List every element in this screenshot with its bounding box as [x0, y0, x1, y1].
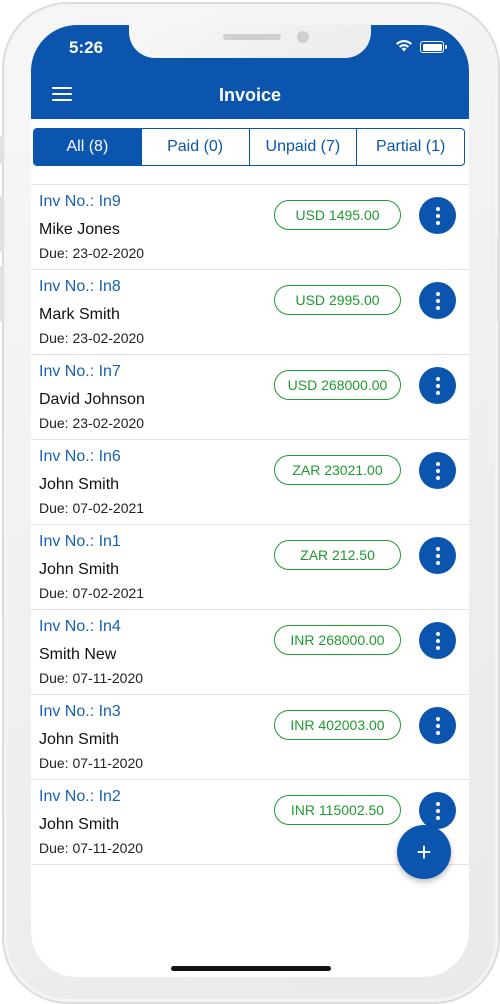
- customer-name: John Smith: [39, 561, 120, 578]
- more-vertical-icon[interactable]: [419, 452, 456, 489]
- more-vertical-icon[interactable]: [419, 537, 456, 574]
- amount-badge: INR 402003.00: [274, 710, 401, 740]
- invoice-number: Inv No.: In9: [39, 193, 121, 210]
- due-date: Due: 07-02-2021: [39, 585, 145, 601]
- front-camera: [297, 31, 309, 43]
- home-indicator[interactable]: [171, 966, 331, 971]
- volume-up-button: [0, 196, 3, 252]
- customer-name: Smith New: [39, 646, 117, 663]
- due-date: Due: 23-02-2020: [39, 245, 145, 261]
- amount-badge: USD 2995.00: [274, 285, 401, 315]
- invoice-row[interactable]: Inv No.: In7 David Johnson Due: 23-02-20…: [31, 355, 469, 440]
- invoice-filter-tabs: All (8) Paid (0) Unpaid (7) Partial (1): [33, 128, 465, 166]
- more-vertical-icon[interactable]: [419, 622, 456, 659]
- page-title: Invoice: [218, 85, 282, 105]
- mute-switch: [0, 136, 3, 164]
- volume-down-button: [0, 266, 3, 322]
- more-vertical-icon[interactable]: [419, 707, 456, 744]
- invoice-row[interactable]: Inv No.: In6 John Smith Due: 07-02-2021 …: [31, 440, 469, 525]
- invoice-row[interactable]: Inv No.: In3 John Smith Due: 07-11-2020 …: [31, 695, 469, 780]
- amount-badge: USD 1495.00: [274, 200, 401, 230]
- tab-all[interactable]: All (8): [34, 129, 141, 165]
- status-time: 5:26: [69, 38, 104, 57]
- invoice-number: Inv No.: In8: [39, 278, 121, 295]
- more-vertical-icon[interactable]: [419, 367, 456, 404]
- due-date: Due: 07-11-2020: [39, 755, 144, 771]
- tab-partial[interactable]: Partial (1): [356, 129, 464, 165]
- tab-unpaid[interactable]: Unpaid (7): [248, 129, 357, 165]
- invoice-row[interactable]: Inv No.: In8 Mark Smith Due: 23-02-2020 …: [31, 270, 469, 355]
- customer-name: John Smith: [39, 816, 120, 833]
- customer-name: Mike Jones: [39, 221, 120, 238]
- invoice-number: Inv No.: In7: [39, 363, 121, 380]
- speaker-grille: [223, 34, 281, 40]
- due-date: Due: 07-02-2021: [39, 500, 145, 516]
- screen: 5:26 Invoice All (8) Paid (0) Unpaid (7)…: [31, 25, 469, 977]
- plus-icon: +: [416, 836, 432, 867]
- amount-badge: ZAR 23021.00: [274, 455, 401, 485]
- customer-name: John Smith: [39, 476, 120, 493]
- customer-name: John Smith: [39, 731, 120, 748]
- more-vertical-icon[interactable]: [419, 792, 456, 829]
- due-date: Due: 23-02-2020: [39, 330, 145, 346]
- invoice-list: Inv No.: In9 Mike Jones Due: 23-02-2020 …: [31, 184, 469, 865]
- invoice-row[interactable]: Inv No.: In4 Smith New Due: 07-11-2020 I…: [31, 610, 469, 695]
- battery-icon: [420, 41, 447, 53]
- customer-name: Mark Smith: [39, 306, 120, 323]
- tab-paid[interactable]: Paid (0): [140, 129, 249, 165]
- due-date: Due: 07-11-2020: [39, 840, 144, 856]
- invoice-number: Inv No.: In2: [39, 788, 121, 805]
- invoice-number: Inv No.: In1: [39, 533, 121, 550]
- add-invoice-button[interactable]: +: [397, 825, 451, 879]
- amount-badge: INR 115002.50: [274, 795, 401, 825]
- customer-name: David Johnson: [39, 391, 145, 408]
- amount-badge: ZAR 212.50: [274, 540, 401, 570]
- device-notch: [129, 25, 371, 58]
- invoice-number: Inv No.: In3: [39, 703, 121, 720]
- invoice-row[interactable]: Inv No.: In1 John Smith Due: 07-02-2021 …: [31, 525, 469, 610]
- amount-badge: INR 268000.00: [274, 625, 401, 655]
- more-vertical-icon[interactable]: [419, 197, 456, 234]
- amount-badge: USD 268000.00: [274, 370, 401, 400]
- due-date: Due: 07-11-2020: [39, 670, 144, 686]
- wifi-icon: [396, 40, 412, 52]
- due-date: Due: 23-02-2020: [39, 415, 145, 431]
- invoice-row[interactable]: Inv No.: In9 Mike Jones Due: 23-02-2020 …: [31, 185, 469, 270]
- more-vertical-icon[interactable]: [419, 282, 456, 319]
- invoice-number: Inv No.: In6: [39, 448, 121, 465]
- invoice-number: Inv No.: In4: [39, 618, 121, 635]
